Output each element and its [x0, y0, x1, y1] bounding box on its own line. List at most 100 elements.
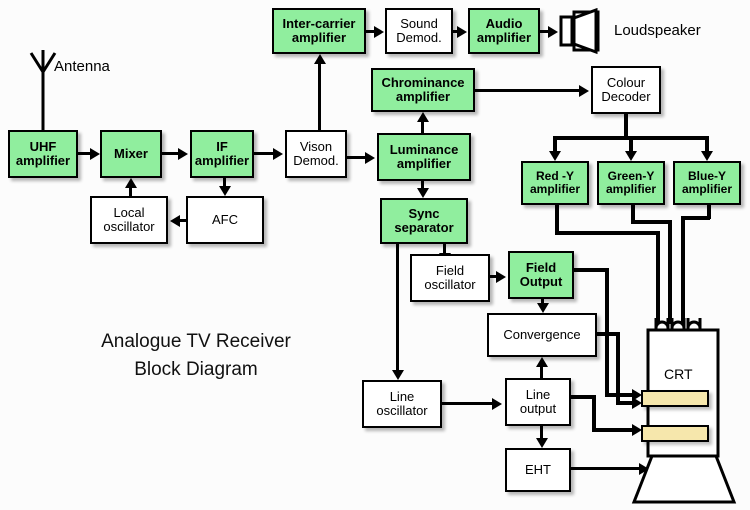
- wire-lineout-to-eht: [540, 426, 543, 438]
- audio-amplifier-line2: amplifier: [476, 30, 532, 45]
- wire-red-down: [555, 205, 559, 234]
- local-oscillator-line1: Local: [113, 205, 145, 221]
- sync-separator-line1: Sync: [408, 206, 440, 222]
- mixer-line1: Mixer: [114, 146, 148, 162]
- block-luminance-amplifier[interactable]: Luminance amplifier: [377, 133, 471, 181]
- wire-if-to-afc: [223, 178, 226, 186]
- loudspeaker-icon: [559, 7, 600, 55]
- field-output-line1: Field: [525, 260, 557, 276]
- arrow-decoder-to-blue: [701, 151, 713, 161]
- arrow-sync-to-lineosc: [392, 370, 404, 380]
- arrow-decoder-to-green: [625, 151, 637, 161]
- chrominance-amplifier-line2: amplifier: [395, 89, 451, 104]
- block-sound-demod[interactable]: Sound Demod.: [385, 8, 453, 54]
- uhf-amplifier-line1: UHF: [29, 139, 57, 155]
- block-mixer[interactable]: Mixer: [100, 130, 162, 178]
- inter-carrier-amplifier-line2: amplifier: [291, 30, 347, 45]
- field-oscillator-line1: Field: [435, 263, 465, 279]
- luminance-amplifier-line1: Luminance: [389, 142, 459, 158]
- wire-mixer-to-if: [162, 152, 178, 155]
- arrow-if-to-afc: [219, 186, 231, 196]
- arrow-mixer-to-if: [178, 148, 188, 160]
- convergence-line1: Convergence: [503, 327, 581, 343]
- wire-lineout-to-convergence: [540, 367, 543, 378]
- wire-luminance-to-sync: [421, 181, 424, 188]
- audio-amplifier-line1: Audio: [485, 16, 523, 32]
- block-if-amplifier[interactable]: IF amplifier: [190, 130, 254, 178]
- crt-icon: [631, 318, 737, 504]
- wire-lineout-to-coil2: [592, 428, 634, 432]
- wire-lineosc-to-lineout: [442, 402, 492, 405]
- block-local-oscillator[interactable]: Local oscillator: [90, 196, 168, 244]
- arrow-fieldout-to-convergence: [537, 303, 549, 313]
- wire-red-across: [555, 231, 659, 235]
- wire-lineout-down: [592, 395, 596, 431]
- block-field-oscillator[interactable]: Field oscillator: [410, 254, 490, 302]
- arrow-chrominance-to-decoder: [579, 85, 589, 97]
- block-inter-carrier-amplifier[interactable]: Inter-carrier amplifier: [272, 8, 366, 54]
- blue-y-amplifier-line2: amplifier: [681, 182, 732, 196]
- wire-sync-to-lineosc: [396, 244, 399, 370]
- wire-green-across: [631, 220, 671, 224]
- vison-demod-line1: Vison: [299, 139, 333, 155]
- local-oscillator-line2: oscillator: [103, 219, 155, 234]
- arrow-decoder-to-red: [549, 151, 561, 161]
- chrominance-amplifier-line1: Chrominance: [381, 75, 465, 91]
- wire-red-to-gun: [656, 231, 660, 324]
- arrow-lineosc-to-lineout: [492, 398, 502, 410]
- line-output-line2: output: [519, 401, 557, 416]
- block-afc[interactable]: AFC: [186, 196, 264, 244]
- wire-vison-to-intercarrier: [318, 64, 321, 130]
- block-sync-separator[interactable]: Sync separator: [380, 198, 468, 244]
- diagram-title-line1: Analogue TV Receiver: [101, 331, 291, 352]
- colour-decoder-line2: Decoder: [601, 89, 651, 104]
- block-red-y-amplifier[interactable]: Red -Y amplifier: [521, 161, 589, 205]
- vison-demod-line2: Demod.: [293, 153, 339, 168]
- block-convergence[interactable]: Convergence: [487, 313, 597, 357]
- uhf-amplifier-line2: amplifier: [15, 153, 71, 168]
- afc-line1: AFC: [212, 212, 238, 228]
- wire-chrominance-to-decoder: [475, 89, 579, 92]
- arrow-lineout-to-convergence: [536, 357, 548, 367]
- block-field-output[interactable]: Field Output: [508, 251, 574, 299]
- block-colour-decoder[interactable]: Colour Decoder: [591, 66, 661, 114]
- wire-eht-to-crt: [571, 467, 639, 470]
- luminance-amplifier-line2: amplifier: [396, 156, 452, 171]
- arrow-intercarrier-to-sound: [374, 26, 384, 38]
- wire-decoder-to-red: [553, 136, 557, 151]
- block-chrominance-amplifier[interactable]: Chrominance amplifier: [371, 68, 475, 112]
- block-line-output[interactable]: Line output: [505, 378, 571, 426]
- sync-separator-line2: separator: [394, 220, 454, 235]
- field-output-line2: Output: [519, 274, 563, 289]
- if-amplifier-line1: IF: [216, 139, 228, 155]
- block-vison-demod[interactable]: Vison Demod.: [285, 130, 347, 178]
- arrow-vison-to-luminance: [365, 152, 375, 164]
- block-eht[interactable]: EHT: [505, 448, 571, 492]
- field-oscillator-line2: oscillator: [424, 277, 476, 292]
- wire-intercarrier-to-sound: [366, 30, 374, 33]
- wire-decoder-to-green: [629, 136, 633, 151]
- sound-demod-line1: Sound: [400, 16, 438, 32]
- arrow-if-to-vison: [273, 148, 283, 160]
- line-output-line1: Line: [525, 387, 551, 403]
- block-uhf-amplifier[interactable]: UHF amplifier: [8, 130, 78, 178]
- inter-carrier-amplifier-line1: Inter-carrier: [282, 16, 356, 32]
- block-green-y-amplifier[interactable]: Green-Y amplifier: [597, 161, 665, 205]
- arrow-vison-to-intercarrier: [314, 54, 326, 64]
- crt-line-deflection-coil: [641, 425, 709, 442]
- arrow-uhf-to-mixer: [90, 148, 100, 160]
- arrow-fieldosc-to-fieldout: [496, 271, 506, 283]
- block-audio-amplifier[interactable]: Audio amplifier: [468, 8, 540, 54]
- line-oscillator-line2: oscillator: [376, 403, 428, 418]
- crt-field-deflection-coil: [641, 390, 709, 407]
- loudspeaker-symbol: [558, 7, 610, 56]
- diagram-title: Analogue TV Receiver Block Diagram: [86, 328, 306, 383]
- antenna-label: Antenna: [54, 58, 110, 75]
- wire-decoder-stem: [624, 114, 628, 138]
- block-line-oscillator[interactable]: Line oscillator: [362, 380, 442, 428]
- arrow-audio-to-speaker: [548, 26, 558, 38]
- wire-fieldout-right: [574, 268, 608, 272]
- crt-symbol: [630, 316, 750, 506]
- block-blue-y-amplifier[interactable]: Blue-Y amplifier: [673, 161, 741, 205]
- sound-demod-line2: Demod.: [396, 30, 442, 45]
